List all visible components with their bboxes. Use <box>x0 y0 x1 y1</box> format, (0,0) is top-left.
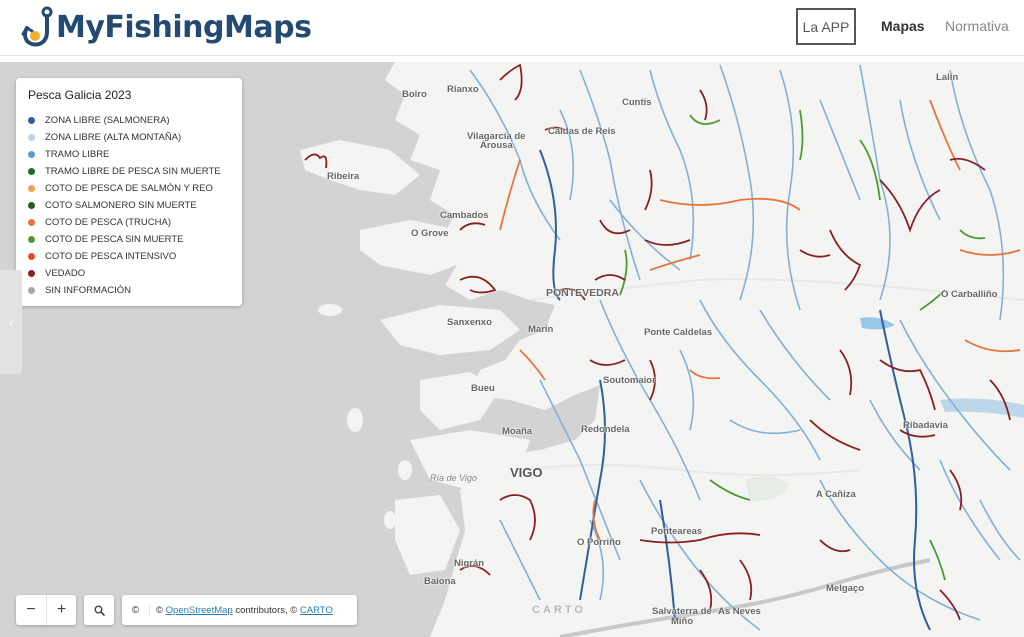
legend-swatch <box>28 270 35 277</box>
attribution-bar: © © OpenStreetMap contributors, © CARTO <box>122 595 357 625</box>
legend-swatch <box>28 202 35 209</box>
place-label: Caldas de Reis <box>548 126 616 137</box>
water-label: Ría de Vigo <box>430 473 477 483</box>
legend-swatch <box>28 185 35 192</box>
zoom-control: − + <box>16 595 76 625</box>
legend-item: COTO DE PESCA SIN MUERTE <box>28 231 230 248</box>
legend-item: TRAMO LIBRE DE PESCA SIN MUERTE <box>28 163 230 180</box>
legend-swatch <box>28 134 35 141</box>
legend-label: TRAMO LIBRE DE PESCA SIN MUERTE <box>45 166 221 177</box>
carto-logo: CARTO <box>532 604 586 616</box>
place-label: Nigrán <box>454 558 485 569</box>
nav-maps-link[interactable]: Mapas <box>881 18 925 34</box>
place-label: Ribadavia <box>903 420 948 431</box>
attribution-text: © OpenStreetMap contributors, © CARTO <box>150 605 333 616</box>
zoom-in-button[interactable]: + <box>46 595 76 625</box>
place-label: Cambados <box>440 210 489 221</box>
legend-label: TRAMO LIBRE <box>45 149 110 160</box>
place-label: O Porriño <box>577 537 621 548</box>
legend-swatch <box>28 287 35 294</box>
place-label: Ribeira <box>327 171 360 182</box>
site-logo[interactable]: MyFishingMaps <box>20 4 312 50</box>
legend-item: SIN INFORMACIÓN <box>28 282 230 299</box>
legend-swatch <box>28 219 35 226</box>
place-label: Baiona <box>424 576 456 587</box>
legend-label: COTO DE PESCA (TRUCHA) <box>45 217 171 228</box>
legend-item: ZONA LIBRE (SALMONERA) <box>28 112 230 129</box>
legend-item: COTO DE PESCA DE SALMÓN Y REO <box>28 180 230 197</box>
legend-swatch <box>28 168 35 175</box>
nav-app-button[interactable]: La APP <box>796 8 856 45</box>
search-icon <box>94 605 105 616</box>
city-label: PONTEVEDRA <box>546 287 619 299</box>
legend-label: ZONA LIBRE (ALTA MONTAÑA) <box>45 132 182 143</box>
place-label: Arousa <box>480 140 513 151</box>
legend-swatch <box>28 253 35 260</box>
legend-title: Pesca Galicia 2023 <box>28 88 132 102</box>
attribution-toggle-button[interactable]: © <box>122 604 150 616</box>
logo-text: MyFishingMaps <box>56 9 312 45</box>
legend-label: ZONA LIBRE (SALMONERA) <box>45 115 170 126</box>
place-label: Boiro <box>402 89 427 100</box>
top-header: MyFishingMaps La APP Mapas Normativa <box>0 0 1024 56</box>
legend-label: COTO DE PESCA INTENSIVO <box>45 251 177 262</box>
legend-swatch <box>28 236 35 243</box>
place-label: Miño <box>671 616 694 627</box>
place-label: Lalín <box>936 72 959 83</box>
legend-label: VEDADO <box>45 268 86 279</box>
legend-item: COTO SALMONERO SIN MUERTE <box>28 197 230 214</box>
legend-item: ZONA LIBRE (ALTA MONTAÑA) <box>28 129 230 146</box>
legend-item: VEDADO <box>28 265 230 282</box>
place-label: Rianxo <box>447 84 479 95</box>
osm-link[interactable]: OpenStreetMap <box>166 605 233 616</box>
place-label: Ponteareas <box>651 526 703 537</box>
place-label: Marín <box>528 324 554 335</box>
map-legend: Pesca Galicia 2023 ZONA LIBRE (SALMONERA… <box>16 78 242 306</box>
place-label: Moaña <box>502 426 533 437</box>
legend-list: ZONA LIBRE (SALMONERA) ZONA LIBRE (ALTA M… <box>28 112 230 299</box>
hook-logo-icon <box>21 6 53 47</box>
legend-swatch <box>28 117 35 124</box>
city-label: VIGO <box>510 465 543 480</box>
collapse-panel-button[interactable]: ‹ <box>0 270 22 374</box>
legend-item: TRAMO LIBRE <box>28 146 230 163</box>
nav-rules-link[interactable]: Normativa <box>945 18 1009 34</box>
legend-label: COTO SALMONERO SIN MUERTE <box>45 200 197 211</box>
place-label: Ponte Caldelas <box>644 327 713 338</box>
carto-link[interactable]: CARTO <box>300 605 333 616</box>
legend-label: COTO DE PESCA SIN MUERTE <box>45 234 184 245</box>
zoom-out-button[interactable]: − <box>16 595 46 625</box>
legend-label: SIN INFORMACIÓN <box>45 285 132 296</box>
place-label: As Neves <box>718 606 761 617</box>
place-label: Soutomaior <box>603 375 656 386</box>
place-label: Sanxenxo <box>447 317 492 328</box>
place-label: Bueu <box>471 383 495 394</box>
place-label: O Carballiño <box>941 289 998 300</box>
attribution-mid: contributors, © <box>235 604 298 616</box>
search-button[interactable] <box>84 595 114 625</box>
chevron-left-icon: ‹ <box>8 314 14 330</box>
place-label: Redondela <box>581 424 630 435</box>
attribution-prefix: © <box>156 604 163 616</box>
place-label: Cuntis <box>622 97 652 108</box>
place-label: O Grove <box>411 228 449 239</box>
place-label: A Cañiza <box>816 489 856 500</box>
legend-swatch <box>28 151 35 158</box>
legend-item: COTO DE PESCA INTENSIVO <box>28 248 230 265</box>
legend-item: COTO DE PESCA (TRUCHA) <box>28 214 230 231</box>
place-label: Melgaço <box>826 583 865 594</box>
legend-label: COTO DE PESCA DE SALMÓN Y REO <box>45 183 213 194</box>
